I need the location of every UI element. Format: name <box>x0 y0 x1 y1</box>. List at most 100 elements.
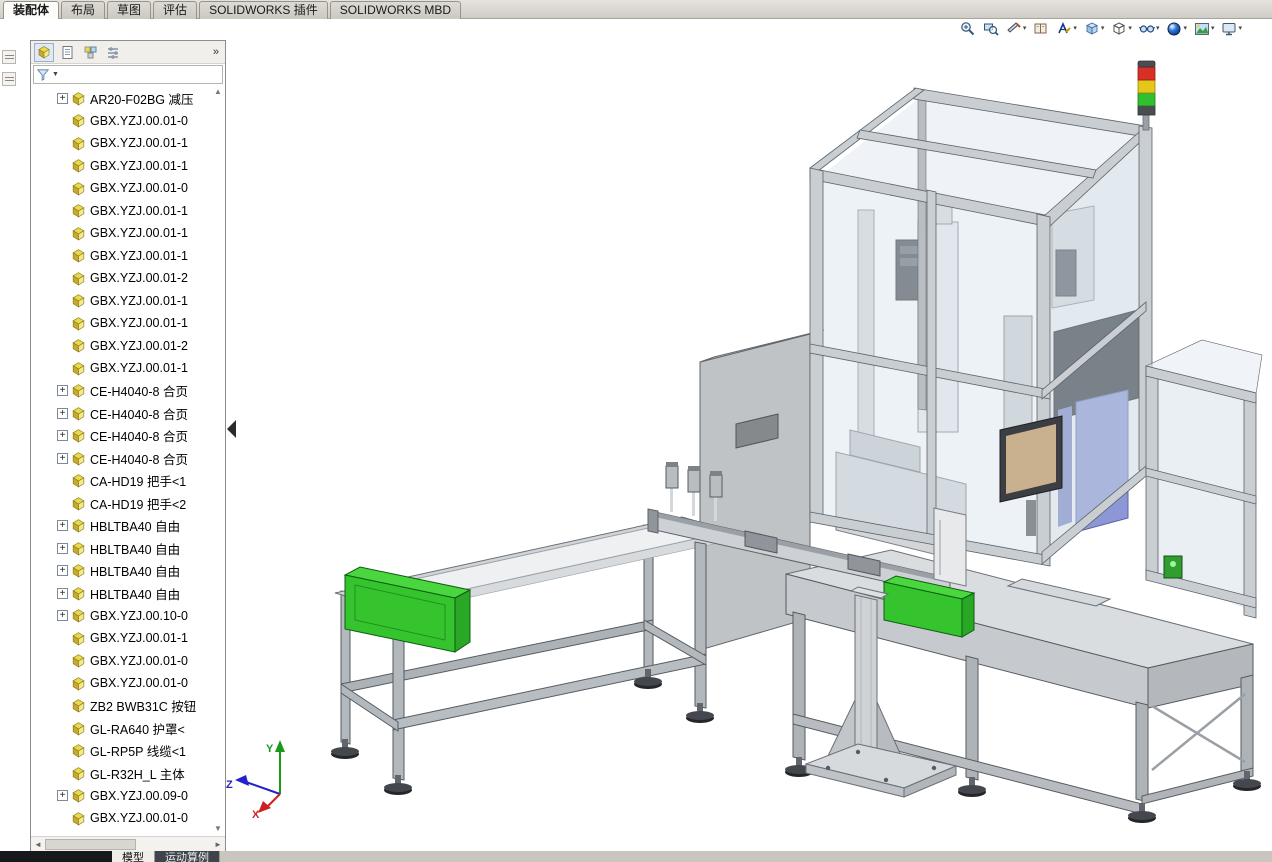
hide-show-items-icon[interactable]: ▾ <box>1137 20 1162 38</box>
tree-item[interactable]: + CA-HD19 把手<1 <box>31 470 211 493</box>
annotation-view-icon[interactable] <box>1031 20 1051 38</box>
dropdown-arrow-icon[interactable]: ▾ <box>1128 25 1132 33</box>
expand-toggle-icon[interactable]: + <box>57 385 68 397</box>
display-manager-icon[interactable] <box>103 43 123 62</box>
dropdown-arrow-icon[interactable]: ▾ <box>1183 25 1187 33</box>
filter-bar[interactable]: ▼ <box>33 65 223 84</box>
panel-overflow-chevron[interactable]: » <box>213 46 222 58</box>
conveyor-table <box>331 516 743 795</box>
expand-toggle-icon[interactable]: + <box>57 610 68 622</box>
scroll-down-icon[interactable]: ▼ <box>214 822 222 836</box>
tree-item[interactable]: + GBX.YZJ.00.01-0 <box>31 177 211 200</box>
expand-toggle-icon[interactable]: + <box>57 92 68 104</box>
expand-toggle-icon[interactable]: + <box>57 430 68 442</box>
tree-item[interactable]: + HBLTBA40 自由 <box>31 582 211 605</box>
dropdown-arrow-icon[interactable]: ▾ <box>1211 25 1215 33</box>
pane-toggle-group <box>2 50 16 86</box>
zoom-to-fit-icon[interactable] <box>958 20 978 38</box>
display-style-icon[interactable]: ▾ <box>1109 20 1134 38</box>
tree-vertical-scrollbar[interactable]: ▲ ▼ <box>211 85 225 836</box>
tree-item[interactable]: + CA-HD19 把手<2 <box>31 492 211 515</box>
expand-toggle-icon[interactable]: + <box>57 542 68 554</box>
dropdown-arrow-icon[interactable]: ▾ <box>1023 25 1027 33</box>
scroll-left-icon[interactable]: ◄ <box>31 840 45 849</box>
tree-item[interactable]: + GL-RP5P 线缆<1 <box>31 740 211 763</box>
zoom-to-area-icon[interactable] <box>981 20 1001 38</box>
tree-item[interactable]: + GBX.YZJ.00.01-1 <box>31 200 211 223</box>
tree-item[interactable]: + GBX.YZJ.00.09-0 <box>31 785 211 808</box>
tree-item[interactable]: + GBX.YZJ.00.01-1 <box>31 312 211 335</box>
expand-toggle-icon[interactable]: + <box>57 587 68 599</box>
tree-item[interactable]: + CE-H4040-8 合页 <box>31 380 211 403</box>
tree-item[interactable]: + GBX.YZJ.00.10-0 <box>31 605 211 628</box>
dropdown-arrow-icon[interactable]: ▾ <box>1101 25 1105 33</box>
tree-item[interactable]: + GBX.YZJ.00.01-1 <box>31 357 211 380</box>
tree-item[interactable]: + AR20-F02BG 减压 <box>31 87 211 110</box>
tree-item[interactable]: + GBX.YZJ.00.01-2 <box>31 335 211 358</box>
tree-item[interactable]: + HBLTBA40 自由 <box>31 515 211 538</box>
expand-toggle-icon[interactable]: + <box>57 520 68 532</box>
pane-toggle-icon[interactable] <box>2 72 16 86</box>
tree-item[interactable]: + GBX.YZJ.00.01-2 <box>31 267 211 290</box>
tree-item-label: CE-H4040-8 合页 <box>90 385 188 400</box>
command-tab[interactable]: SOLIDWORKS MBD <box>329 1 462 19</box>
part-icon <box>71 473 86 488</box>
view-orientation-icon[interactable]: ▾ <box>1082 20 1107 38</box>
bottom-tab[interactable]: 模型 <box>112 851 155 862</box>
tree-item[interactable]: + HBLTBA40 自由 <box>31 560 211 583</box>
tree-item[interactable]: + ZB2 BWB31C 按钮 <box>31 695 211 718</box>
tree-item[interactable]: + GBX.YZJ.00.01-1 <box>31 245 211 268</box>
tree-item[interactable]: + CE-H4040-8 合页 <box>31 425 211 448</box>
part-icon <box>71 788 86 803</box>
filter-dropdown-arrow-icon[interactable]: ▼ <box>52 71 59 79</box>
tree-item[interactable]: + CE-H4040-8 合页 <box>31 447 211 470</box>
expand-toggle-icon[interactable]: + <box>57 452 68 464</box>
tree-item[interactable]: + GBX.YZJ.00.01-0 <box>31 807 211 830</box>
tree-item-label: GBX.YZJ.00.01-1 <box>90 316 188 331</box>
tree-item[interactable]: + GBX.YZJ.00.01-1 <box>31 155 211 178</box>
tree-item[interactable]: + GBX.YZJ.00.01-0 <box>31 650 211 673</box>
scrollbar-track[interactable] <box>45 838 211 851</box>
section-view-icon[interactable]: ▾ <box>1004 20 1029 38</box>
tree-horizontal-scrollbar[interactable]: ◄ ► <box>31 836 225 851</box>
property-manager-icon[interactable] <box>57 43 77 62</box>
apply-scene-icon[interactable]: ▾ <box>1192 20 1217 38</box>
command-tab[interactable]: 布局 <box>61 1 106 19</box>
tree-item[interactable]: + GBX.YZJ.00.01-0 <box>31 110 211 133</box>
expand-toggle-icon[interactable]: + <box>57 407 68 419</box>
featuremanager-tree-icon[interactable] <box>34 42 54 62</box>
tree-item[interactable]: + GL-R32H_L 主体 <box>31 762 211 785</box>
tree-item[interactable]: + HBLTBA40 自由 <box>31 537 211 560</box>
tree-item[interactable]: + GBX.YZJ.00.01-1 <box>31 132 211 155</box>
tree-item[interactable]: + GL-RA640 护罩< <box>31 717 211 740</box>
expand-toggle-icon[interactable]: + <box>57 565 68 577</box>
command-tab[interactable]: 评估 <box>153 1 198 19</box>
panel-collapse-arrow-icon[interactable] <box>227 420 236 438</box>
expand-toggle-icon[interactable]: + <box>57 790 68 802</box>
scroll-up-icon[interactable]: ▲ <box>214 85 222 99</box>
command-tab[interactable]: SOLIDWORKS 插件 <box>199 1 328 19</box>
tree-item-label: GBX.YZJ.00.01-1 <box>90 631 188 646</box>
scroll-right-icon[interactable]: ► <box>211 840 225 849</box>
part-icon <box>71 698 86 713</box>
edit-appearance-icon[interactable]: ▾ <box>1164 20 1189 38</box>
command-tab[interactable]: 草图 <box>107 1 152 19</box>
tree-item[interactable]: + GBX.YZJ.00.01-0 <box>31 672 211 695</box>
tree-item[interactable]: + GBX.YZJ.00.01-1 <box>31 627 211 650</box>
tree-item[interactable]: + GBX.YZJ.00.01-1 <box>31 290 211 313</box>
bottom-tab[interactable]: 运动算例 <box>155 851 220 862</box>
tree-item[interactable]: + CE-H4040-8 合页 <box>31 402 211 425</box>
scrollbar-thumb[interactable] <box>45 838 137 850</box>
tree-item-label: GBX.YZJ.00.10-0 <box>90 608 188 623</box>
view-settings-icon[interactable]: ▾ <box>1219 20 1244 38</box>
tree-item[interactable]: + GBX.YZJ.00.01-1 <box>31 222 211 245</box>
dropdown-arrow-icon[interactable]: ▾ <box>1156 25 1160 33</box>
command-tab[interactable]: 装配体 <box>3 1 60 19</box>
dropdown-arrow-icon[interactable]: ▾ <box>1073 25 1077 33</box>
tree-item-label: HBLTBA40 自由 <box>90 542 181 557</box>
pane-toggle-icon[interactable] <box>2 50 16 64</box>
orientation-triad: Y Z X <box>226 740 285 821</box>
dropdown-arrow-icon[interactable]: ▾ <box>1238 25 1242 33</box>
configuration-manager-icon[interactable] <box>80 43 100 62</box>
text-annotation-icon[interactable]: ▾ <box>1054 20 1079 38</box>
